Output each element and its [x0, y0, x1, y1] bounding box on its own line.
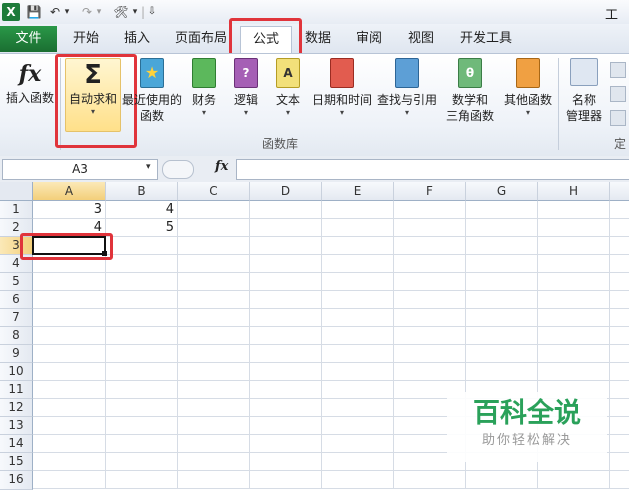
row-header-13[interactable]: 13: [0, 417, 33, 435]
row-header-10[interactable]: 10: [0, 363, 33, 381]
watermark: 百科全说 助你轻松解决: [447, 392, 607, 462]
cell-a1[interactable]: 3: [33, 201, 105, 218]
watermark-title: 百科全说: [473, 398, 581, 429]
row-header-9[interactable]: 9: [0, 345, 33, 363]
watermark-subtitle: 助你轻松解决: [481, 433, 572, 448]
row-header-1[interactable]: 1: [0, 201, 33, 219]
row-header-15[interactable]: 15: [0, 453, 33, 471]
cell-b1[interactable]: 4: [106, 201, 177, 218]
row-header-16[interactable]: 16: [0, 471, 33, 490]
row-header-5[interactable]: 5: [0, 273, 33, 291]
active-cell-highlight: [20, 233, 113, 260]
row-header-11[interactable]: 11: [0, 381, 33, 399]
row-header-8[interactable]: 8: [0, 327, 33, 345]
row-header-7[interactable]: 7: [0, 309, 33, 327]
cell-b2[interactable]: 5: [106, 219, 177, 236]
row-header-12[interactable]: 12: [0, 399, 33, 417]
row-header-6[interactable]: 6: [0, 291, 33, 309]
row-header-14[interactable]: 14: [0, 435, 33, 453]
